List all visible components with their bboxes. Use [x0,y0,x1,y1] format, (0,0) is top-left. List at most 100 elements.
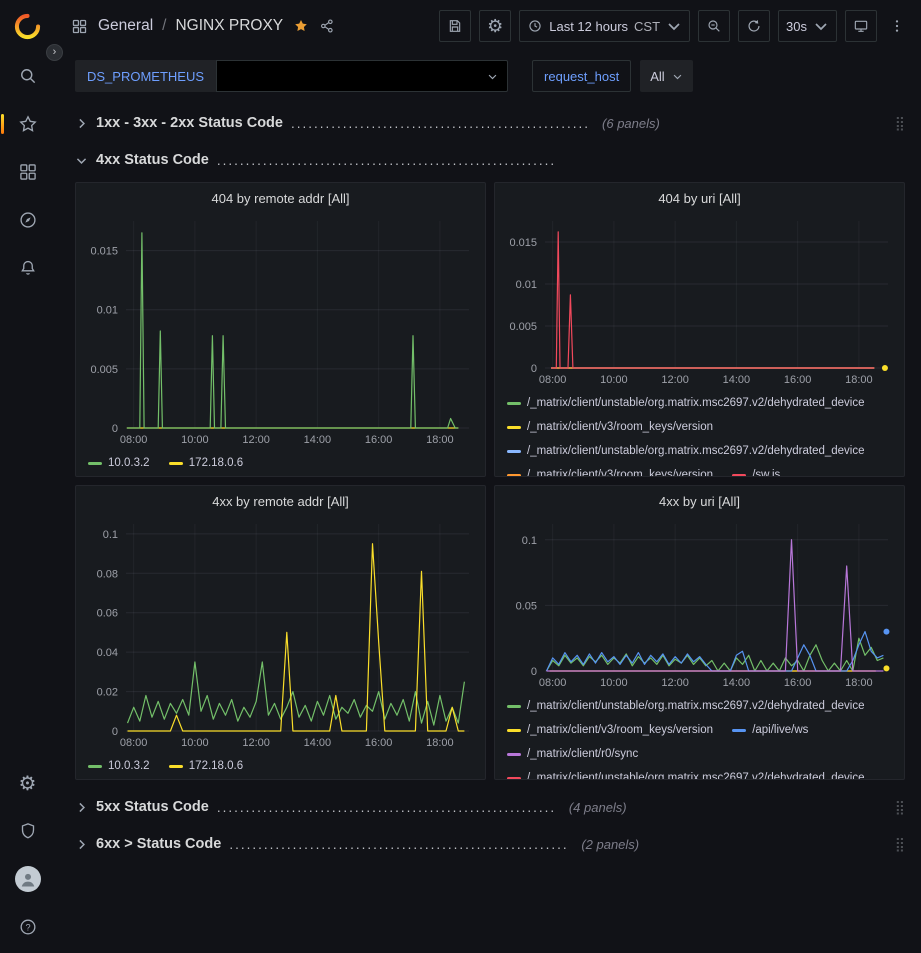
legend-item[interactable]: 172.18.0.6 [169,452,243,475]
panel-title[interactable]: 4xx by uri [All] [495,486,904,516]
request-host-selected: All [650,69,664,84]
svg-text:18:00: 18:00 [426,737,454,749]
series-color-swatch [732,729,746,732]
legend-label: /_matrix/client/unstable/org.matrix.msc2… [527,392,865,415]
favorite-star-icon[interactable] [293,18,309,34]
legend-item[interactable]: 10.0.3.2 [88,755,150,778]
breadcrumb: General / NGINX PROXY [98,17,283,35]
legend-label: 10.0.3.2 [108,755,150,778]
grafana-logo[interactable] [0,0,55,52]
grafana-flame-icon [14,13,41,40]
legend-item[interactable]: /sw.js [732,464,780,476]
row-title: 5xx Status Code [96,799,209,815]
refresh-interval-picker[interactable]: 30s [778,10,837,42]
legend-item[interactable]: /_matrix/client/v3/room_keys/version [507,416,713,439]
refresh-button[interactable] [738,10,770,42]
gear-icon: ⚙ [487,18,503,34]
svg-text:12:00: 12:00 [661,374,689,386]
shield-icon [18,821,38,841]
sidebar-item-server-admin[interactable] [0,807,55,855]
legend-label: /_matrix/client/v3/room_keys/version [527,464,713,476]
breadcrumb-section[interactable]: General [98,17,153,35]
timeseries-chart[interactable]: 08:0010:0012:0014:0016:0018:0000.050.1 [499,516,900,691]
sidebar-item-profile[interactable] [0,855,55,903]
svg-text:10:00: 10:00 [600,677,628,689]
dashboard-settings-button[interactable]: ⚙ [479,10,511,42]
sidebar-item-help[interactable]: ? [0,903,55,951]
series-color-swatch [88,462,102,465]
sidebar-item-alerting[interactable] [0,244,55,292]
panel-title[interactable]: 404 by remote addr [All] [76,183,485,213]
panel-4xx-by-uri: 4xx by uri [All] 08:0010:0012:0014:0016:… [494,485,905,780]
row-title: 4xx Status Code [96,152,209,168]
svg-text:10:00: 10:00 [600,374,628,386]
request-host-variable-label[interactable]: request_host [532,60,631,92]
grafana-app: › [0,0,921,953]
row-title-dots: ........................................… [229,837,569,852]
svg-text:18:00: 18:00 [426,434,454,446]
row-header-6xx[interactable]: 6xx > Status Code ......................… [75,829,905,859]
chevron-down-icon [666,18,682,34]
help-icon: ? [18,917,38,937]
panel-title[interactable]: 4xx by remote addr [All] [76,486,485,516]
row-drag-handle[interactable]: ⣿ [895,836,905,853]
panel-legend: /_matrix/client/unstable/org.matrix.msc2… [495,691,904,779]
row-drag-handle[interactable]: ⣿ [895,115,905,132]
sidebar-item-explore[interactable] [0,196,55,244]
series-color-swatch [169,462,183,465]
legend-item[interactable]: /_matrix/client/v3/room_keys/version [507,719,713,742]
timeseries-chart[interactable]: 08:0010:0012:0014:0016:0018:0000.020.040… [80,516,481,751]
datasource-variable-value[interactable] [216,60,508,92]
sidebar-item-dashboards[interactable] [0,148,55,196]
avatar [15,866,41,892]
legend-item[interactable]: 172.18.0.6 [169,755,243,778]
legend-item[interactable]: /_matrix/client/unstable/org.matrix.msc2… [507,440,865,463]
legend-label: /_matrix/client/unstable/org.matrix.msc2… [527,440,865,463]
row-header-5xx[interactable]: 5xx Status Code ........................… [75,792,905,822]
legend-item[interactable]: /_matrix/client/unstable/org.matrix.msc2… [507,392,865,415]
zoom-out-icon [706,18,722,34]
share-icon[interactable] [319,18,335,34]
time-range-picker[interactable]: Last 12 hours CST [519,10,690,42]
legend-item[interactable]: /_matrix/client/v3/room_keys/version [507,464,713,476]
chevron-down-icon [672,71,683,82]
dashboard-canvas: 1xx - 3xx - 2xx Status Code ............… [55,102,921,953]
sidebar-bottom-nav: ⚙ ? [0,759,55,953]
cycle-view-mode-button[interactable] [845,10,877,42]
svg-text:18:00: 18:00 [845,374,873,386]
sidebar-item-search[interactable] [0,52,55,100]
timeseries-chart[interactable]: 08:0010:0012:0014:0016:0018:0000.0050.01… [499,213,900,388]
legend-item[interactable]: /_matrix/client/unstable/org.matrix.msc2… [507,767,865,779]
legend-item[interactable]: /_matrix/client/unstable/org.matrix.msc2… [507,695,865,718]
row-header-1xx-3xx-2xx[interactable]: 1xx - 3xx - 2xx Status Code ............… [75,108,905,138]
apps-grid-icon [71,18,88,35]
svg-text:08:00: 08:00 [539,677,567,689]
page-title[interactable]: NGINX PROXY [175,17,283,35]
legend-item[interactable]: 10.0.3.2 [88,452,150,475]
legend-label: /_matrix/client/r0/sync [527,743,638,766]
save-icon [447,18,463,34]
svg-text:0.015: 0.015 [90,246,118,258]
more-options-button[interactable] [885,10,909,42]
sidebar-item-starred[interactable] [0,100,55,148]
svg-text:0.05: 0.05 [516,600,537,612]
legend-item[interactable]: /api/live/ws [732,719,808,742]
svg-text:10:00: 10:00 [181,434,209,446]
chevron-down-icon [75,154,88,167]
series-color-swatch [507,450,521,453]
zoom-out-time-button[interactable] [698,10,730,42]
timeseries-chart[interactable]: 08:0010:0012:0014:0016:0018:0000.0050.01… [80,213,481,448]
panel-title[interactable]: 404 by uri [All] [495,183,904,213]
row-drag-handle[interactable]: ⣿ [895,799,905,816]
chevron-down-icon [813,18,829,34]
series-color-swatch [169,765,183,768]
save-dashboard-button[interactable] [439,10,471,42]
datasource-variable-label[interactable]: DS_PROMETHEUS [75,60,216,92]
row-header-4xx[interactable]: 4xx Status Code ........................… [75,145,905,175]
sidebar-item-settings[interactable]: ⚙ [0,759,55,807]
legend-item[interactable]: /_matrix/client/r0/sync [507,743,638,766]
request-host-variable-value[interactable]: All [640,60,692,92]
sidebar-expand-button[interactable]: › [46,44,63,61]
series-color-swatch [732,474,746,476]
svg-text:0.015: 0.015 [509,237,537,249]
